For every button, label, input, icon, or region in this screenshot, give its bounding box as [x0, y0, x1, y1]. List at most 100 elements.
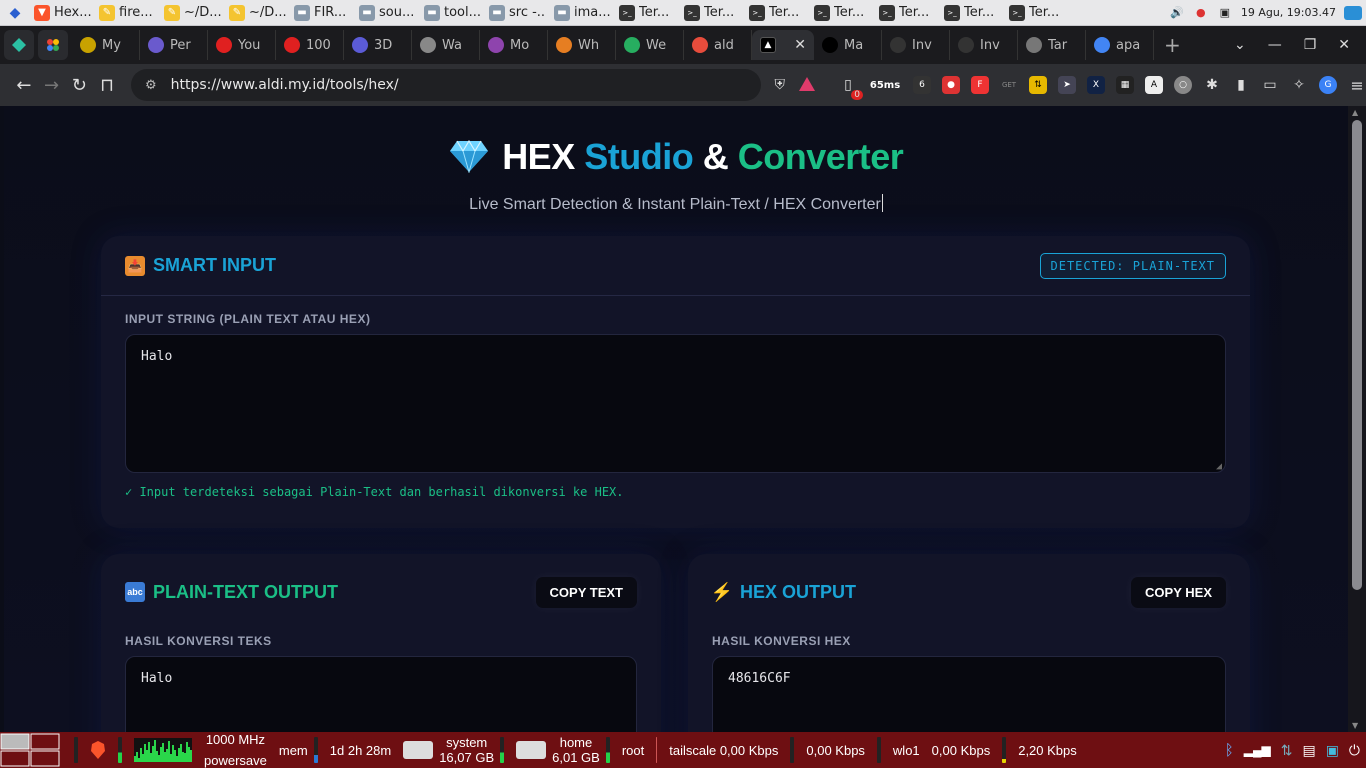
taskbar-task[interactable]: ▬ src -...: [485, 0, 550, 26]
brave-launcher-icon[interactable]: [84, 732, 112, 768]
get-crx-icon[interactable]: GET: [1000, 76, 1018, 94]
url-bar[interactable]: ⚙ https://www.aldi.my.id/tools/hex/: [130, 69, 761, 101]
extension-a-icon[interactable]: A: [1145, 76, 1164, 94]
app-launcher-icon[interactable]: ◆: [0, 0, 30, 26]
taskbar-task[interactable]: ▬ FIR...: [290, 0, 355, 26]
bookmark-icon[interactable]: ⊓: [93, 75, 121, 96]
brave-rewards-icon[interactable]: [799, 76, 816, 95]
taskbar-task[interactable]: ▬ tool...: [420, 0, 485, 26]
browser-menu-icon[interactable]: ≡: [1348, 76, 1366, 95]
leo-ai-icon[interactable]: ✧: [1290, 76, 1308, 94]
browser-tab-label: Inv: [912, 37, 932, 53]
browser-tab[interactable]: 100: [276, 30, 344, 60]
taskbar-task[interactable]: ✎ ~/D...: [225, 0, 290, 26]
network-icon[interactable]: ⇅: [1281, 742, 1293, 759]
browser-tab-label: Ma: [844, 37, 864, 53]
browser-tab[interactable]: Inv: [950, 30, 1018, 60]
extensions-puzzle-icon[interactable]: ✱: [1203, 76, 1221, 94]
taskbar-task[interactable]: ✎ fire...: [95, 0, 160, 26]
google-photos-icon[interactable]: [38, 30, 68, 60]
notification-bell-icon[interactable]: ●: [1193, 5, 1209, 21]
title-converter: Converter: [737, 136, 904, 177]
close-window-icon[interactable]: ✕: [1338, 37, 1350, 53]
browser-tab[interactable]: Wa: [412, 30, 480, 60]
url-text[interactable]: https://www.aldi.my.id/tools/hex/: [171, 77, 399, 93]
scrollbar-thumb[interactable]: [1352, 120, 1362, 590]
taskbar-task[interactable]: >_ Ter...: [940, 0, 1005, 26]
browser-tab[interactable]: My: [72, 30, 140, 60]
site-settings-icon[interactable]: ⚙: [145, 78, 157, 93]
ping-extension-icon[interactable]: 65ms: [868, 76, 902, 94]
browser-tab[interactable]: 3D: [344, 30, 412, 60]
reload-icon[interactable]: ↻: [65, 75, 93, 96]
taskbar-task[interactable]: >_ Ter...: [1005, 0, 1070, 26]
input-textarea[interactable]: Halo ◢: [125, 334, 1226, 473]
back-icon[interactable]: ←: [10, 75, 38, 96]
taskbar-task[interactable]: >_ Ter...: [680, 0, 745, 26]
extension-dark-icon[interactable]: ▦: [1116, 76, 1135, 94]
page-scrollbar[interactable]: ▲ ▼: [1348, 106, 1366, 732]
show-desktop-icon[interactable]: [1344, 5, 1362, 20]
browser-tab[interactable]: You: [208, 30, 276, 60]
lightning-icon: ⚡: [710, 581, 734, 602]
aldi-favicon-icon: ▲: [760, 37, 776, 53]
extension-cursor-icon[interactable]: ➤: [1058, 76, 1077, 94]
browser-tab[interactable]: Per: [140, 30, 208, 60]
forward-icon[interactable]: →: [38, 75, 66, 96]
taskbar-task[interactable]: >_ Ter...: [745, 0, 810, 26]
browser-tab[interactable]: Tar: [1018, 30, 1086, 60]
clipboard-manager-icon[interactable]: ▤: [1302, 742, 1315, 759]
extension-circle-icon[interactable]: ○: [1174, 76, 1193, 94]
scroll-up-icon[interactable]: ▲: [1352, 108, 1358, 117]
browser-tab[interactable]: apa: [1086, 30, 1154, 60]
taskbar-task[interactable]: ▼ Hex...: [30, 0, 95, 26]
taskbar-task[interactable]: >_ Ter...: [810, 0, 875, 26]
clipboard-icon[interactable]: ▣: [1217, 5, 1233, 21]
tab-search-chevron-icon[interactable]: ⌄: [1234, 37, 1246, 53]
browser-tab[interactable]: ald: [684, 30, 752, 60]
extension-f-icon[interactable]: F: [971, 76, 990, 94]
power-icon[interactable]: ⏻: [1349, 742, 1360, 759]
copy-text-button[interactable]: COPY TEXT: [535, 576, 637, 608]
minimize-icon[interactable]: —: [1268, 37, 1282, 53]
taskbar-task-label: Ter...: [1029, 5, 1060, 20]
bluetooth-icon[interactable]: ᛒ: [1225, 742, 1234, 759]
new-tab-icon[interactable]: +: [1164, 33, 1181, 57]
taskbar-task[interactable]: >_ Ter...: [615, 0, 680, 26]
extension-trash-icon[interactable]: ▯ 0: [839, 76, 864, 100]
clock[interactable]: 19 Agu, 19:03.47: [1241, 6, 1336, 19]
resize-handle-icon[interactable]: ◢: [1216, 461, 1222, 472]
extension-red-green-icon[interactable]: ●: [942, 76, 961, 94]
scroll-down-icon[interactable]: ▼: [1352, 721, 1358, 730]
taskbar-task[interactable]: ▬ sou...: [355, 0, 420, 26]
text-cursor: [881, 194, 883, 212]
browser-tab[interactable]: Ma: [814, 30, 882, 60]
extension-6-icon[interactable]: 6: [913, 76, 932, 94]
close-tab-icon[interactable]: ✕: [794, 37, 806, 53]
tab-active-hex-studio[interactable]: ▲ ✕: [752, 30, 814, 60]
plain-output-title: abc PLAIN-TEXT OUTPUT: [125, 582, 338, 603]
taskbar-task-label: Ter...: [964, 5, 995, 20]
volume-icon[interactable]: 🔊: [1169, 5, 1185, 21]
sidebar-panel-icon[interactable]: ▮: [1232, 76, 1250, 94]
wifi-signal-icon[interactable]: ▂▄▆: [1244, 743, 1271, 757]
browser-tab[interactable]: Mo: [480, 30, 548, 60]
browser-tab[interactable]: We: [616, 30, 684, 60]
browser-tab[interactable]: Inv: [882, 30, 950, 60]
wallet-icon[interactable]: ▭: [1261, 76, 1279, 94]
brave-shields-icon[interactable]: ⛨: [775, 77, 786, 93]
taskbar-task[interactable]: ▬ ima...: [550, 0, 615, 26]
taskbar-task[interactable]: >_ Ter...: [875, 0, 940, 26]
browser-tab[interactable]: Wh: [548, 30, 616, 60]
workspace-pager[interactable]: [0, 732, 68, 768]
sidebar-toggle-icon[interactable]: [4, 30, 34, 60]
copy-hex-button[interactable]: COPY HEX: [1131, 576, 1226, 608]
taskbar-task[interactable]: ✎ ~/D...: [160, 0, 225, 26]
hex-output-field[interactable]: 48616C6F: [712, 656, 1226, 732]
profile-avatar[interactable]: G: [1319, 76, 1338, 94]
screen-icon[interactable]: ▣: [1326, 742, 1339, 759]
maximize-icon[interactable]: ❐: [1304, 37, 1317, 53]
extension-x-icon[interactable]: X: [1087, 76, 1106, 94]
plain-output-field[interactable]: Halo: [125, 656, 637, 732]
extension-yellow-icon[interactable]: ⇅: [1029, 76, 1048, 94]
